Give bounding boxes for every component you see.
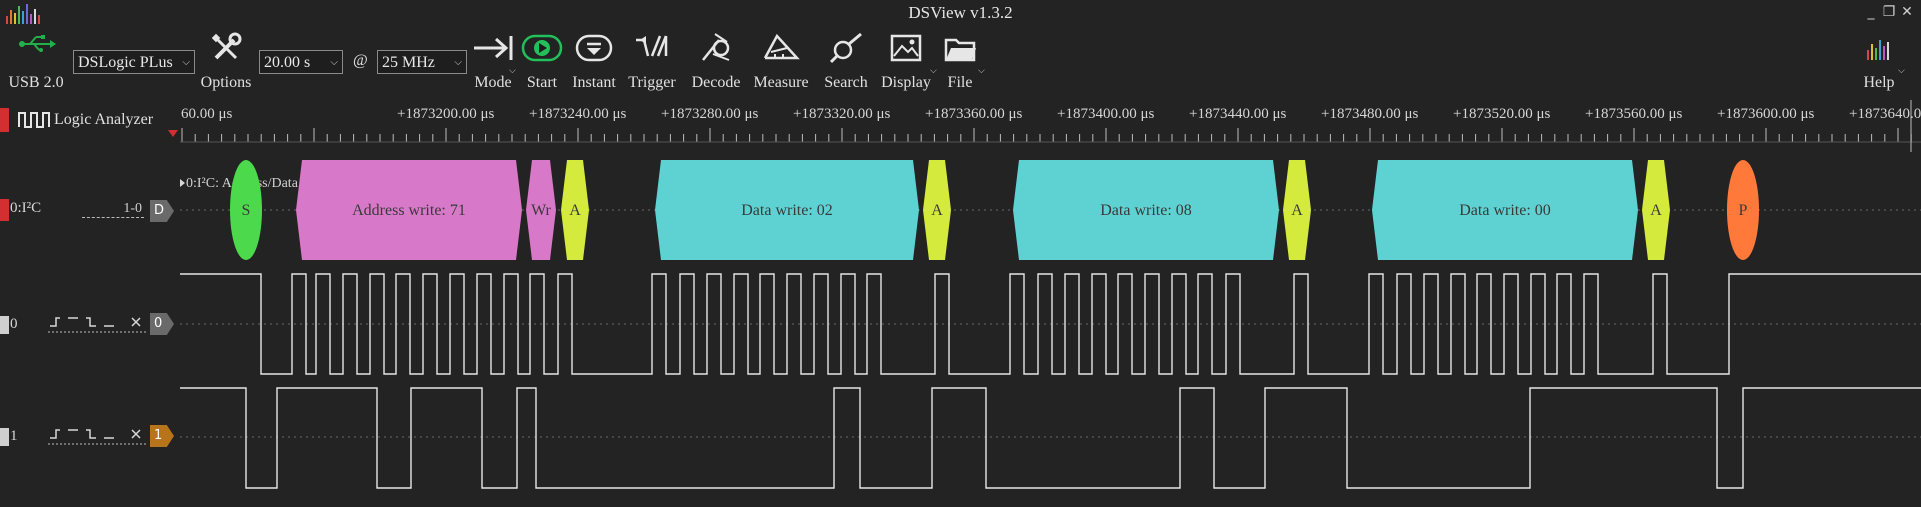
decoder-tag[interactable]: D [150,200,174,222]
main-toolbar: USB 2.0 DSLogic PLus ⌵ Options 20.00 s ⌵… [0,30,1921,96]
help-logo-icon [1867,40,1889,60]
decode-annotation-label: A [1291,202,1303,219]
folder-icon [944,38,976,62]
trigger-button[interactable]: Trigger [628,30,676,91]
device-value: DSLogic PLus [78,54,173,71]
usb-status: USB 2.0 [8,30,64,91]
channel-1-marker [0,428,9,446]
decode-icon [702,33,730,61]
minimize-button[interactable]: _ [1862,3,1880,21]
chevron-down-icon: ⌵ [978,66,985,76]
title-bar: DSView v1.3.2 _ ❐ ✕ [0,0,1921,28]
file-button[interactable]: File [940,30,980,91]
decode-annotation-label: P [1739,202,1748,219]
chevron-down-icon: ⌵ [1898,66,1905,76]
decode-annotation-label: A [1650,202,1662,219]
close-button[interactable]: ✕ [1898,3,1916,21]
decode-annotation-label: Wr [531,202,551,219]
decode-label: Decode [691,74,741,91]
help-label: Help [1863,74,1895,91]
trigger-options-icon[interactable] [48,312,148,334]
at-separator: @ [353,52,368,69]
ruler-ticks [180,100,1921,152]
play-icon [521,34,563,62]
instant-label: Instant [572,74,616,91]
measure-label: Measure [753,74,809,91]
usb-icon [19,35,56,52]
instant-icon [575,34,613,62]
channel-0-marker [0,316,9,334]
window-title: DSView v1.3.2 [908,3,1013,22]
decoder-channels: 1-0 [82,201,144,218]
chevron-down-icon: ⌵ [182,57,190,68]
decode-annotation-label: Data write: 02 [741,202,833,219]
channel-1-label: 1 [10,428,18,444]
decode-annotation-label: S [242,202,251,219]
measure-button[interactable]: Measure [753,30,809,91]
help-button[interactable]: Help [1857,30,1901,91]
display-label: Display [881,74,931,91]
sample-rate-select[interactable]: 25 MHz ⌵ [377,50,467,74]
decode-button[interactable]: Decode [692,30,740,91]
sample-rate-value: 25 MHz [382,54,435,71]
trigger-icon [636,35,668,57]
start-button[interactable]: Start [520,30,564,91]
decode-annotation-label: Address write: 71 [352,202,466,219]
decoder-name: 0:I²C [10,200,42,216]
mode-button[interactable]: Mode [471,30,515,91]
decode-annotation-label: Data write: 00 [1459,202,1551,219]
waveform-view[interactable]: S Address write: 71 Wr A Data write: 02 A Data… [180,152,1921,507]
channel-1-tag[interactable]: 1 [150,425,174,447]
channel-1-waveform [180,387,1921,489]
trigger-label: Trigger [628,74,676,91]
chevron-down-icon: ⌵ [454,57,462,68]
tools-icon [211,32,242,60]
sample-time-value: 20.00 s [264,54,311,71]
trigger-options-icon[interactable] [48,424,148,446]
options-button[interactable]: Options [201,30,251,91]
search-button[interactable]: Search [824,30,868,91]
file-label: File [947,74,973,91]
decode-annotation-label: A [931,202,943,219]
decode-annotation-label: A [569,202,581,219]
options-label: Options [200,74,252,91]
mode-arrow-icon [474,36,513,60]
decoder-marker [0,199,9,221]
decode-annotation-label: Data write: 08 [1100,202,1192,219]
device-select[interactable]: DSLogic PLus ⌵ [73,50,195,74]
signal-area: 0:I²C 1-0 D 0:I²C: Address/Data 0 0 1 1 … [0,152,1921,507]
channel-0-label: 0 [10,316,18,332]
search-label: Search [824,74,868,91]
measure-icon [763,33,800,60]
display-button[interactable]: Display [881,30,931,91]
channel-0-tag[interactable]: 0 [150,313,174,335]
display-icon [890,34,922,62]
search-icon [829,32,862,64]
time-ruler[interactable]: Logic Analyzer 60.00 μs +1873200.00 μs +18… [0,100,1921,152]
usb-label: USB 2.0 [8,74,64,91]
instant-button[interactable]: Instant [572,30,616,91]
sample-time-select[interactable]: 20.00 s ⌵ [259,50,343,74]
chevron-down-icon: ⌵ [330,57,338,68]
restore-button[interactable]: ❐ [1880,3,1898,21]
